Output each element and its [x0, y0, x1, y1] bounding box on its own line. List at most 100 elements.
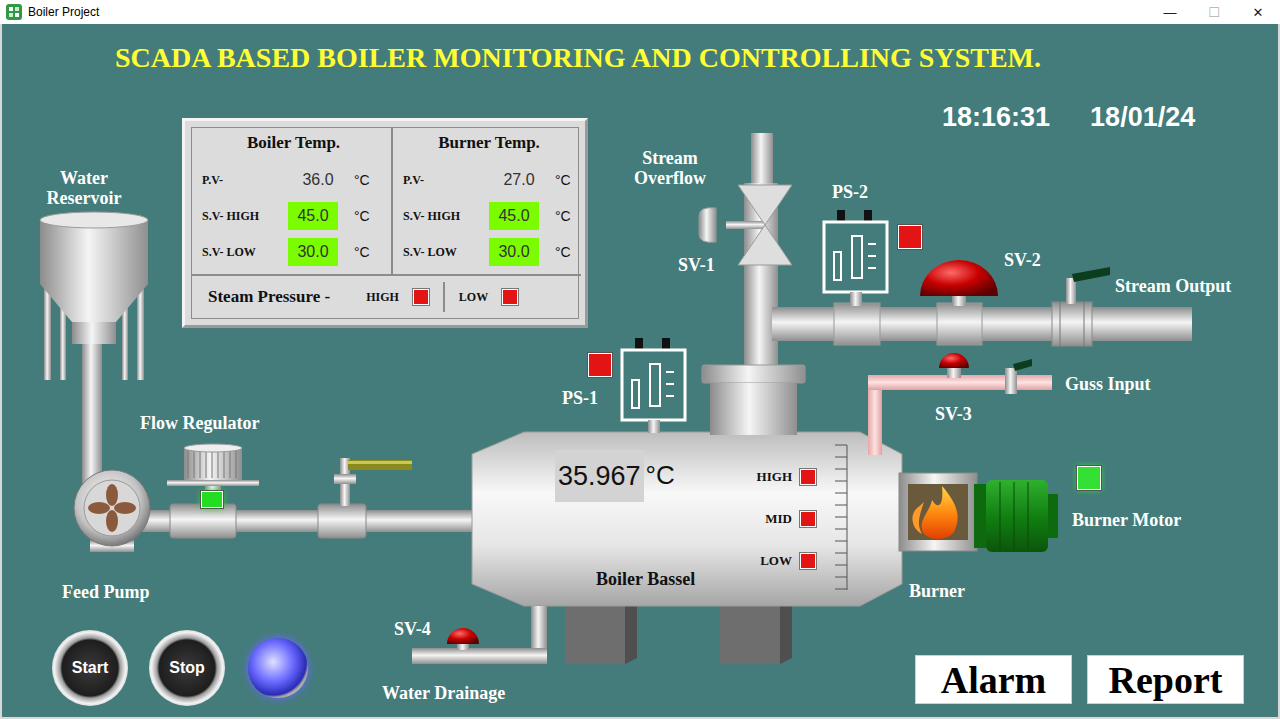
boiler-unit: °C: [644, 450, 677, 491]
overflow-valve-icon: [699, 185, 792, 265]
drain-valve-icon: [412, 606, 547, 664]
window-control[interactable]: ✕: [1236, 5, 1280, 20]
setpoint-field[interactable]: 45.0: [489, 202, 539, 230]
equipment-label: Water Reservoir: [32, 168, 136, 208]
action-button[interactable]: Report: [1087, 655, 1244, 704]
temperature-row: S.V- HIGH45.0 °C: [403, 198, 575, 234]
level-row: HIGH: [750, 467, 816, 487]
equipment-label: Boiler Bassel: [596, 569, 695, 589]
stop-button[interactable]: Stop: [149, 630, 225, 706]
temperature-section: Burner Temp.P.V-27.0°CS.V- HIGH45.0°CS.V…: [393, 128, 581, 274]
boiler-temperature: 35.967: [555, 450, 644, 502]
unit: °C: [348, 244, 374, 260]
app-icon: [6, 4, 22, 20]
steam-dome-icon: [702, 133, 805, 435]
process-value: 27.0: [489, 171, 549, 189]
unit: °C: [348, 208, 374, 224]
level-label: MID: [750, 511, 792, 527]
equipment-label: SV-2: [1004, 250, 1041, 270]
pressure-switch-icon: [622, 338, 685, 433]
page-heading: SCADA BASED BOILER MONITORING AND CONTRO…: [115, 42, 1041, 74]
equipment-label: Burner: [909, 581, 965, 601]
temperature-row: S.V- HIGH45.0 °C: [202, 198, 385, 234]
temperature-grid: Boiler Temp.P.V-36.0°CS.V- HIGH45.0°CS.V…: [191, 127, 579, 319]
temperature-row: S.V- LOW30.0 °C: [403, 234, 575, 270]
equipment-label: SV-1: [678, 255, 715, 275]
indicator-lamp: [413, 289, 429, 305]
start-button[interactable]: Start: [52, 630, 128, 706]
row-label: P.V-: [202, 173, 288, 188]
status-lamp: [588, 353, 612, 377]
window-control[interactable]: —: [1148, 5, 1192, 20]
row-label: S.V- HIGH: [202, 209, 288, 224]
window-controls: —☐✕: [1148, 5, 1280, 20]
pressure-indicator: HIGH: [352, 282, 443, 312]
row-label: P.V-: [403, 173, 489, 188]
steam-pressure-label: Steam Pressure -: [208, 287, 330, 307]
date: 18/01/24: [1090, 102, 1195, 133]
boiler-reading: 35.967°C: [555, 450, 677, 502]
equipment-label: SV-3: [935, 404, 972, 424]
section-title: Burner Temp.: [403, 132, 575, 154]
steam-pipe-icon: [772, 302, 1192, 346]
pressure-indicator: LOW: [443, 282, 532, 312]
section-title: Boiler Temp.: [202, 132, 385, 154]
level-lamp: [800, 511, 816, 527]
time: 18:16:31: [942, 102, 1050, 133]
app-window: Boiler Project —☐✕ SCADA BASED BOILER MONI…: [0, 0, 1280, 719]
temperature-section: Boiler Temp.P.V-36.0°CS.V- HIGH45.0°CS.V…: [192, 128, 393, 274]
pressure-switch-icon: [824, 210, 887, 306]
run-lamp: [248, 638, 308, 698]
burner-motor-icon: [974, 480, 1058, 552]
equipment-label: Guss Input: [1065, 374, 1151, 394]
indicator-label: HIGH: [366, 290, 399, 305]
action-button[interactable]: Alarm: [915, 655, 1072, 704]
equipment-label: Stream Output: [1115, 276, 1231, 296]
temperature-panel: Boiler Temp.P.V-36.0°CS.V- HIGH45.0°CS.V…: [182, 118, 588, 328]
setpoint-field[interactable]: 30.0: [288, 238, 338, 266]
gas-pipe-icon: [868, 353, 1052, 455]
setpoint-field[interactable]: 45.0: [288, 202, 338, 230]
level-indicators: HIGH MID LOW: [750, 467, 816, 571]
row-label: S.V- LOW: [403, 245, 489, 260]
row-label: S.V- HIGH: [403, 209, 489, 224]
equipment-label: Feed Pump: [62, 582, 150, 602]
feed-pump-icon: [74, 470, 150, 552]
clock: 18:16:31 18/01/24: [942, 102, 1195, 133]
status-lamp: [1077, 466, 1101, 490]
window-control: ☐: [1192, 5, 1236, 20]
boiler-vessel-icon: [472, 432, 902, 664]
equipment-label: PS-2: [832, 182, 868, 202]
temperature-row: P.V-27.0°C: [403, 162, 575, 198]
flow-regulator-icon: [167, 444, 259, 538]
unit: °C: [348, 172, 374, 188]
setpoint-field[interactable]: 30.0: [489, 238, 539, 266]
equipment-label: Stream Overflow: [614, 148, 726, 188]
indicator-lamp: [502, 289, 518, 305]
temperature-row: P.V-36.0°C: [202, 162, 385, 198]
scada-canvas: SCADA BASED BOILER MONITORING AND CONTRO…: [0, 24, 1280, 719]
title-bar: Boiler Project —☐✕: [0, 0, 1280, 24]
equipment-label: SV-4: [394, 619, 431, 639]
process-value: 36.0: [288, 171, 348, 189]
burner-icon: [899, 473, 977, 551]
equipment-label: Flow Regulator: [140, 413, 259, 433]
unit: °C: [549, 208, 575, 224]
temperature-row: S.V- LOW30.0°C: [202, 234, 385, 270]
unit: °C: [549, 172, 575, 188]
status-lamp: [201, 491, 223, 508]
indicator-label: LOW: [459, 290, 488, 305]
level-lamp: [800, 553, 816, 569]
equipment-label: PS-1: [562, 388, 598, 408]
level-row: LOW: [750, 551, 816, 571]
window-title: Boiler Project: [28, 5, 99, 19]
steam-pressure-row: Steam Pressure - HIGH LOW: [192, 274, 581, 318]
water-reservoir-icon: [40, 212, 148, 484]
unit: °C: [549, 244, 575, 260]
inlet-valve-icon: [318, 458, 412, 538]
action-buttons: Alarm Report: [915, 655, 1244, 704]
level-lamp: [800, 469, 816, 485]
status-lamp: [898, 225, 922, 249]
level-label: LOW: [750, 553, 792, 569]
equipment-label: Burner Motor: [1072, 510, 1181, 530]
